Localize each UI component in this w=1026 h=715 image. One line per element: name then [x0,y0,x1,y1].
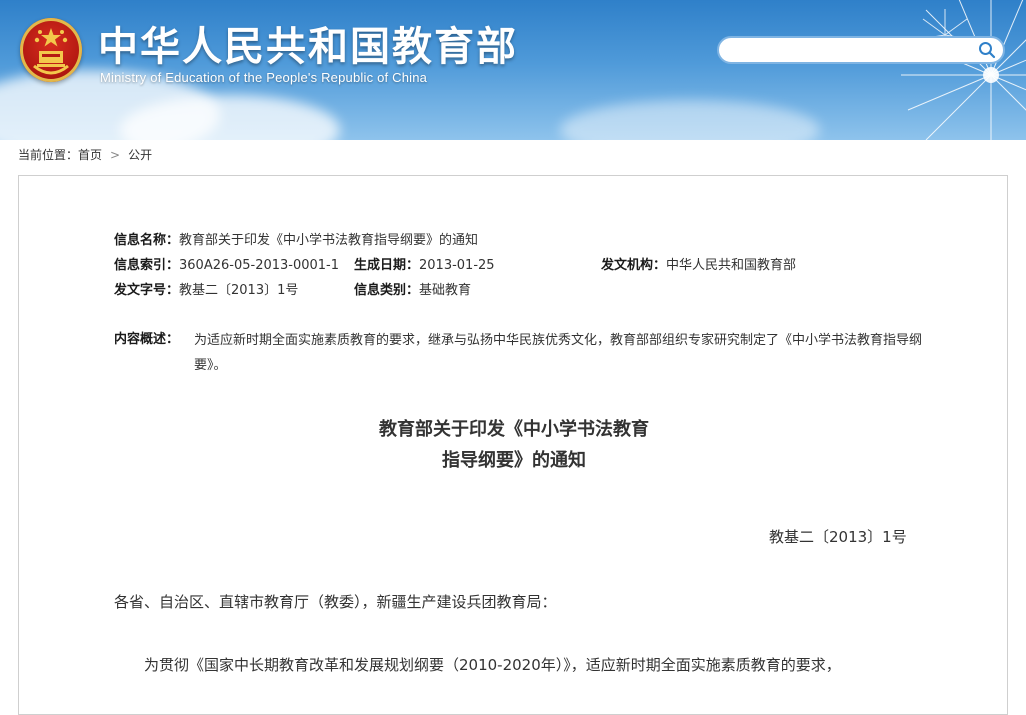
info-date-value: 2013-01-25 [419,258,495,273]
info-row-docno: 发文字号：教基二〔2013〕1号 信息类别：基础教育 [114,278,478,303]
info-row-name: 信息名称：教育部关于印发《中小学书法教育指导纲要》的通知 [114,228,478,253]
document-title-line-2: 指导纲要》的通知 [442,450,586,471]
info-category-value: 基础教育 [419,283,472,298]
info-agency-label: 发文机构： [601,258,667,273]
breadcrumb-separator: > [110,148,121,162]
breadcrumb-label: 当前位置： [18,148,79,162]
breadcrumb-home-link[interactable]: 首页 [78,148,102,162]
document-info: 信息名称：教育部关于印发《中小学书法教育指导纲要》的通知 信息索引：360A26… [114,228,922,373]
breadcrumb: 当前位置：首页 > 公开 [18,146,152,163]
info-row-index: 信息索引：360A26-05-2013-0001-1 生成日期：2013-01-… [114,253,796,278]
info-docno-value: 教基二〔2013〕1号 [179,283,299,298]
breadcrumb-public-link[interactable]: 公开 [128,148,152,162]
document-title-line-1: 教育部关于印发《中小学书法教育 [379,419,649,440]
info-index-value: 360A26-05-2013-0001-1 [179,258,340,273]
info-docno-label: 发文字号： [114,283,180,298]
info-summary-value: 为适应新时期全面实施素质教育的要求，继承与弘扬中华民族优秀文化，教育部部组织专家… [194,333,923,373]
document-title: 教育部关于印发《中小学书法教育 指导纲要》的通知 [19,414,1009,476]
document-number: 教基二〔2013〕1号 [769,528,907,546]
cloud-decoration [560,100,820,140]
site-subtitle: Ministry of Education of the People's Re… [100,70,428,85]
search-box [717,36,1005,64]
document-paragraph: 为贯彻《国家中长期教育改革和发展规划纲要（2010-2020年）》，适应新时期全… [144,656,841,674]
info-index-label: 信息索引： [114,258,180,273]
info-name-label: 信息名称： [114,233,180,248]
search-icon[interactable] [977,40,997,60]
info-date-label: 生成日期： [354,258,420,273]
info-summary-label: 内容概述： [114,332,180,347]
site-header: 中华人民共和国教育部 Ministry of Education of the … [0,0,1026,140]
info-name-value: 教育部关于印发《中小学书法教育指导纲要》的通知 [179,233,479,248]
national-emblem-icon [20,18,82,82]
content-panel: 信息名称：教育部关于印发《中小学书法教育指导纲要》的通知 信息索引：360A26… [18,175,1008,715]
document-salutation: 各省、自治区、直辖市教育厅（教委），新疆生产建设兵团教育局： [114,593,557,611]
site-title: 中华人民共和国教育部 [98,24,518,70]
info-agency-value: 中华人民共和国教育部 [666,258,797,273]
search-input[interactable] [729,41,973,61]
info-category-label: 信息类别： [354,283,420,298]
